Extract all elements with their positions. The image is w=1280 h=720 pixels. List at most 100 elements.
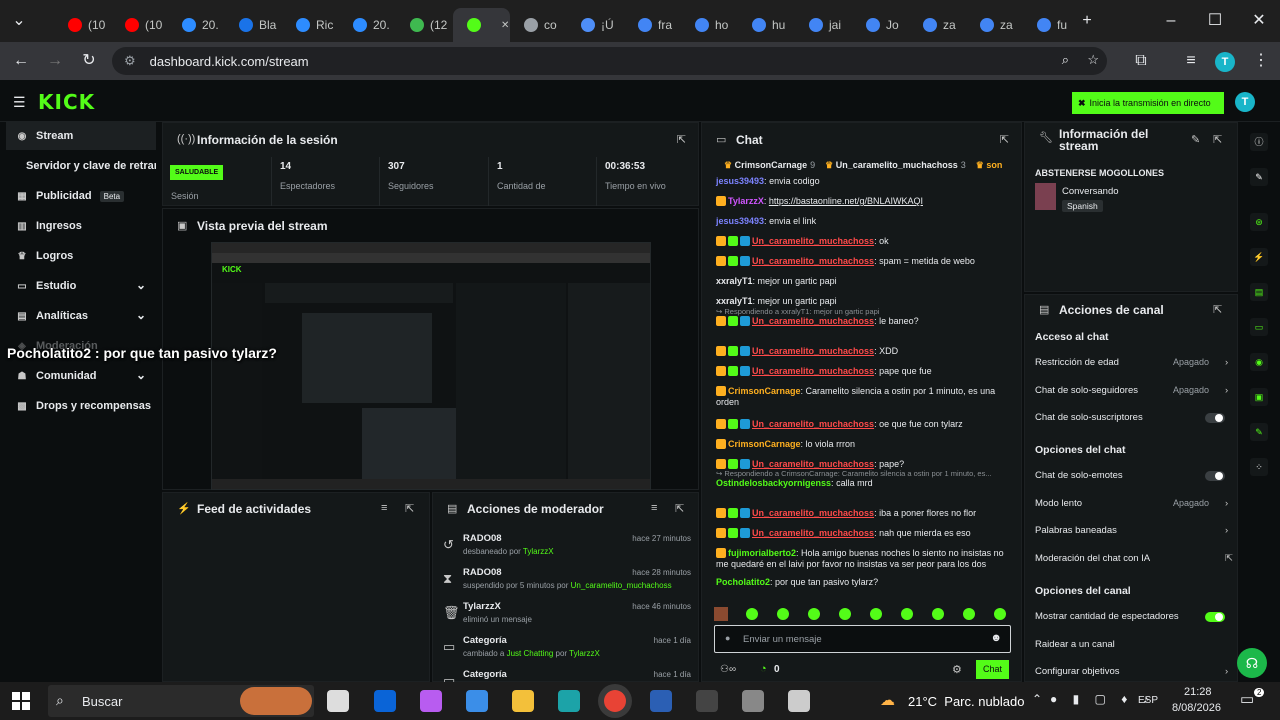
weather-icon[interactable]: ☁ xyxy=(880,691,895,709)
pencil-icon[interactable]: ✎ xyxy=(1250,168,1268,186)
chat-username[interactable]: xxralyT1 xyxy=(716,276,753,286)
chat-username[interactable]: Un_caramelito_muchachoss xyxy=(752,528,874,538)
bolt-icon[interactable]: ⚡ xyxy=(1250,248,1268,266)
chat-username[interactable]: fujimorialberto2 xyxy=(728,548,796,558)
emote-icon[interactable] xyxy=(901,608,913,620)
setting-row[interactable]: Raidear a un canal xyxy=(1035,639,1235,650)
popout-icon[interactable]: ⇱ xyxy=(1213,303,1222,316)
browser-tab[interactable]: za xyxy=(966,8,1023,42)
address-bar[interactable]: ⚙ dashboard.kick.com/stream ⌕ ☆ xyxy=(112,47,1107,75)
edit-pencil-icon[interactable]: ✎ xyxy=(1191,133,1200,146)
sidebar-item-5[interactable]: ♛ Logros xyxy=(6,242,156,270)
emote-icon[interactable] xyxy=(746,608,758,620)
setting-row[interactable]: Chat de solo-emotes xyxy=(1035,470,1235,481)
chat-username[interactable]: Un_caramelito_muchachoss xyxy=(752,346,874,356)
emote-icon[interactable] xyxy=(932,608,944,620)
mod-action-by[interactable]: TylarzzX xyxy=(523,547,554,556)
weather-text[interactable]: 21°C Parc. nublado xyxy=(908,694,1025,709)
store-icon[interactable] xyxy=(466,690,488,712)
close-tab-icon[interactable]: ✕ xyxy=(501,20,509,31)
word-icon[interactable] xyxy=(650,690,672,712)
doc-icon[interactable]: ▤ xyxy=(1250,283,1268,301)
browser-tab[interactable]: Bla xyxy=(225,8,282,42)
browser-tab[interactable]: jai xyxy=(795,8,852,42)
chat-username[interactable]: Un_caramelito_muchachoss xyxy=(752,508,874,518)
maximize-button[interactable]: ☐ xyxy=(1204,10,1226,32)
minimize-button[interactable]: – xyxy=(1160,10,1182,32)
user-avatar[interactable]: T xyxy=(1235,92,1255,112)
copilot-icon[interactable] xyxy=(420,690,442,712)
browser-tab[interactable]: Jo xyxy=(852,8,909,42)
browser-tab[interactable]: fra xyxy=(624,8,681,42)
emote-icon[interactable] xyxy=(808,608,820,620)
sidebar-item-6[interactable]: ▭ Estudio ⌄ xyxy=(6,272,156,300)
chat-username[interactable]: Un_caramelito_muchachoss xyxy=(752,236,874,246)
browser-tab[interactable]: Ric xyxy=(282,8,339,42)
share-icon[interactable]: ⁘ xyxy=(1250,458,1268,476)
language-indicator[interactable]: ESP xyxy=(1138,695,1158,706)
chat-input[interactable]: ● Enviar un mensaje ☻ xyxy=(714,625,1011,653)
chat-username[interactable]: Pocholatito2 xyxy=(716,577,770,587)
toggle-switch[interactable] xyxy=(1205,471,1225,481)
hamburger-menu-icon[interactable]: ☰ xyxy=(13,94,26,111)
browser-tab[interactable]: 20. xyxy=(168,8,225,42)
windows-start-icon[interactable] xyxy=(12,692,30,710)
settings-gear-icon[interactable]: ⚙ xyxy=(952,663,962,676)
emoji-icon[interactable]: ☻ xyxy=(990,632,1002,644)
emote-icon[interactable] xyxy=(839,608,851,620)
browser-tab[interactable]: za xyxy=(909,8,966,42)
mod-action-by2[interactable]: TylarzzX xyxy=(569,649,600,658)
chat-username[interactable]: jesus39493 xyxy=(716,176,764,186)
popout-icon[interactable]: ⇱ xyxy=(675,502,684,515)
taskbar-search[interactable]: ⌕ Buscar xyxy=(48,685,314,717)
file-explorer-icon[interactable] xyxy=(512,690,534,712)
settings-icon[interactable] xyxy=(742,690,764,712)
browser-tab[interactable]: (10 xyxy=(54,8,111,42)
chat-username[interactable]: CrimsonCarnage xyxy=(728,386,801,396)
emote-icon[interactable] xyxy=(963,608,975,620)
chat-username[interactable]: Un_caramelito_muchachoss xyxy=(752,366,874,376)
clock-date[interactable]: 8/08/2026 xyxy=(1172,702,1221,714)
info-icon[interactable]: ⓘ xyxy=(1250,133,1268,151)
wrench-icon[interactable]: ✎ xyxy=(1250,423,1268,441)
filter-icon[interactable]: ≡ xyxy=(651,502,657,514)
mod-icon[interactable]: ▣ xyxy=(1250,388,1268,406)
setting-row[interactable]: Modo lento Apagado › xyxy=(1035,498,1235,509)
setting-row[interactable]: Chat de solo-seguidores Apagado › xyxy=(1035,385,1235,396)
toggle-switch[interactable] xyxy=(1205,612,1225,622)
sidebar-item-3[interactable]: ▦ Publicidad Beta xyxy=(6,182,156,210)
mod-action-by[interactable]: Un_caramelito_muchachoss xyxy=(571,581,672,590)
sidebar-item-9[interactable]: ☗ Comunidad ⌄ xyxy=(6,362,156,390)
notification-icon[interactable]: ▭ xyxy=(1240,690,1254,708)
sidebar-item-4[interactable]: ▥ Ingresos xyxy=(6,212,156,240)
popout-icon[interactable]: ⇱ xyxy=(1000,133,1009,146)
setting-row[interactable]: Moderación del chat con IA ⇱ xyxy=(1035,553,1235,564)
stream-preview-video[interactable]: KICK xyxy=(211,242,651,490)
clock-time[interactable]: 21:28 xyxy=(1184,686,1212,698)
browser-tab[interactable]: ho xyxy=(681,8,738,42)
chat-username[interactable]: CrimsonCarnage xyxy=(728,439,801,449)
bookmark-star-icon[interactable]: ☆ xyxy=(1087,52,1099,68)
top-chatter[interactable]: ♛ son xyxy=(976,160,1006,170)
tray-chevron-icon[interactable]: ⌃ xyxy=(1032,692,1042,706)
top-chatter[interactable]: ♛ CrimsonCarnage 9 xyxy=(724,160,815,170)
sidebar-item-2[interactable]: Servidor y clave de retransn xyxy=(6,152,156,180)
chat-username[interactable]: Un_caramelito_muchachoss xyxy=(752,419,874,429)
sidebar-item-7[interactable]: ▤ Analíticas ⌄ xyxy=(6,302,156,330)
chat-username[interactable]: jesus39493 xyxy=(716,216,764,226)
sidebar-item-1[interactable]: ◉ Stream xyxy=(6,122,156,150)
reload-button[interactable]: ↻ xyxy=(76,48,102,74)
target-icon[interactable]: ⊛ xyxy=(1250,213,1268,231)
chat-username[interactable]: Un_caramelito_muchachoss xyxy=(752,256,874,266)
setting-row[interactable]: Palabras baneadas › xyxy=(1035,525,1235,536)
tab-search-button[interactable]: ⌄ xyxy=(6,8,32,34)
popout-icon[interactable]: ⇱ xyxy=(1213,133,1222,146)
obs-icon[interactable] xyxy=(696,690,718,712)
zoom-icon[interactable]: ⌕ xyxy=(1062,52,1069,68)
browser-tab[interactable]: fu xyxy=(1023,8,1080,42)
extensions-icon[interactable]: ⧉ xyxy=(1128,48,1154,74)
setting-row[interactable]: Restricción de edad Apagado › xyxy=(1035,357,1235,368)
edge-icon[interactable] xyxy=(558,690,580,712)
chat-username[interactable]: Un_caramelito_muchachoss xyxy=(752,316,874,326)
browser-tab[interactable]: (10 xyxy=(111,8,168,42)
